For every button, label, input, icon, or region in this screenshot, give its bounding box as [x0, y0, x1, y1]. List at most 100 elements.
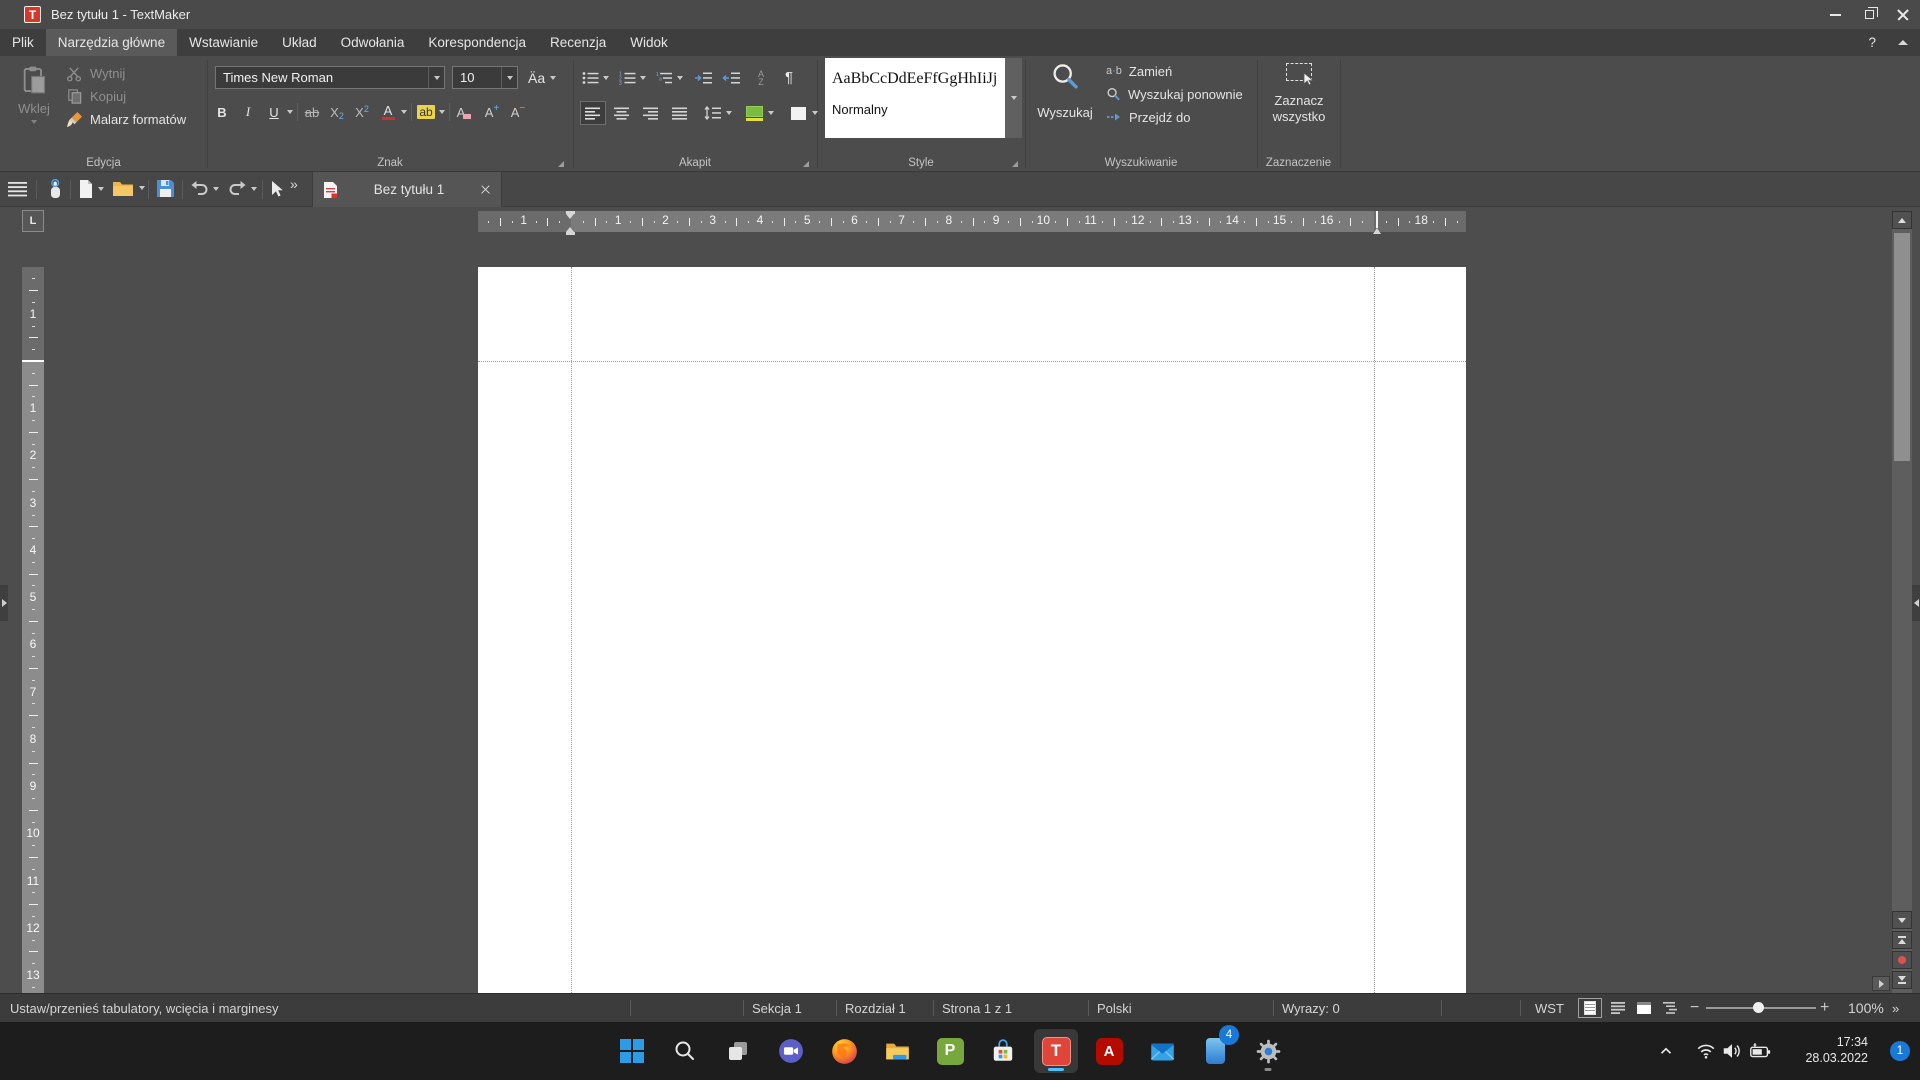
vertical-scrollbar[interactable]: [1892, 211, 1912, 993]
acrobat-button[interactable]: A: [1087, 1029, 1131, 1073]
scrollbar-thumb[interactable]: [1894, 233, 1910, 461]
new-document-button[interactable]: [78, 179, 104, 199]
zoom-slider-thumb[interactable]: [1753, 1002, 1764, 1013]
view-outline-button[interactable]: [1658, 998, 1682, 1018]
shading-button[interactable]: [744, 102, 764, 124]
taskbar-clock[interactable]: 17:34 28.03.2022: [1805, 1034, 1868, 1066]
copy-button[interactable]: Kopiuj: [66, 87, 126, 105]
font-color-dropdown[interactable]: [401, 110, 407, 114]
align-right-button[interactable]: [638, 101, 664, 125]
status-chapter[interactable]: Rozdział 1: [845, 994, 906, 1022]
zoom-in-button[interactable]: +: [1820, 994, 1829, 1022]
status-language[interactable]: Polski: [1097, 994, 1132, 1022]
collapse-ribbon-button[interactable]: [1886, 29, 1920, 56]
znak-dialog-launcher[interactable]: [558, 161, 564, 167]
shrink-font-button[interactable]: A−: [508, 101, 528, 123]
bullet-list-dropdown[interactable]: [603, 76, 609, 80]
scroll-right-button[interactable]: [1872, 976, 1890, 991]
superscript-button[interactable]: X2: [352, 101, 372, 123]
next-page-button[interactable]: [1892, 971, 1912, 989]
underline-button[interactable]: U: [264, 101, 284, 123]
clear-formatting-button[interactable]: A: [454, 101, 474, 123]
sidebar-menu-button[interactable]: [8, 182, 27, 202]
redo-button[interactable]: [228, 180, 257, 197]
font-name-dropdown[interactable]: [428, 67, 444, 88]
restore-button[interactable]: [1852, 0, 1886, 29]
view-continuous-button[interactable]: [1606, 998, 1630, 1018]
volume-button[interactable]: [1718, 1037, 1746, 1065]
ms-store-button[interactable]: [981, 1029, 1025, 1073]
new-document-dropdown[interactable]: [98, 187, 104, 191]
minimize-button[interactable]: [1818, 0, 1852, 29]
italic-button[interactable]: I: [238, 101, 258, 123]
tab-odwolania[interactable]: Odwołania: [329, 29, 417, 56]
close-button[interactable]: [1886, 0, 1920, 29]
goto-button[interactable]: Przejdź do: [1106, 108, 1190, 126]
cut-button[interactable]: Wytnij: [66, 64, 125, 82]
open-button[interactable]: [112, 179, 145, 197]
status-insert-mode[interactable]: WST: [1535, 994, 1564, 1022]
change-case-button[interactable]: Äa: [528, 66, 556, 89]
tab-narzedzia-glowne[interactable]: Narzędzia główne: [46, 29, 177, 56]
status-word-count[interactable]: Wyrazy: 0: [1282, 994, 1340, 1022]
justify-button[interactable]: [667, 101, 693, 125]
borders-button[interactable]: [788, 102, 808, 124]
horizontal-ruler[interactable]: 11234567891011121314151618: [478, 211, 1466, 232]
first-line-indent-marker[interactable]: [566, 211, 575, 219]
open-dropdown[interactable]: [139, 186, 145, 190]
zoom-level[interactable]: 100%: [1848, 994, 1884, 1022]
phone-link-button[interactable]: 4: [1193, 1029, 1237, 1073]
document-tab-close[interactable]: [480, 184, 491, 195]
view-fullscreen-button[interactable]: [1632, 998, 1656, 1018]
tray-overflow-button[interactable]: [1652, 1037, 1680, 1065]
scroll-down-button[interactable]: [1892, 911, 1912, 929]
toolbar-overflow-button[interactable]: »: [290, 176, 298, 192]
planmaker-button[interactable]: P: [928, 1029, 972, 1073]
bold-button[interactable]: B: [212, 101, 232, 123]
file-explorer-button[interactable]: [875, 1029, 919, 1073]
font-size-combo[interactable]: 10: [452, 66, 518, 89]
paragraph-marks-button[interactable]: ¶: [779, 67, 799, 89]
select-all-button[interactable]: Zaznacz wszystko: [1262, 60, 1336, 146]
style-gallery[interactable]: AaBbCcDdEeFfGgHhIiJj Normalny: [825, 58, 1005, 138]
select-tool-button[interactable]: [270, 180, 285, 203]
style-dialog-launcher[interactable]: [1012, 161, 1018, 167]
change-case-dropdown[interactable]: [550, 76, 556, 80]
highlight-button[interactable]: ab: [416, 101, 436, 123]
settings-button[interactable]: [1246, 1029, 1290, 1073]
wifi-button[interactable]: [1692, 1037, 1720, 1065]
align-center-button[interactable]: [609, 101, 635, 125]
browse-object-button[interactable]: [1892, 951, 1912, 969]
increase-indent-button[interactable]: [693, 67, 713, 89]
redo-dropdown[interactable]: [251, 187, 257, 191]
subscript-button[interactable]: X2: [327, 101, 347, 123]
tab-plik[interactable]: Plik: [0, 29, 46, 56]
scroll-up-button[interactable]: [1892, 211, 1912, 229]
start-button[interactable]: [610, 1029, 654, 1073]
battery-button[interactable]: [1746, 1037, 1774, 1065]
chat-button[interactable]: [769, 1029, 813, 1073]
textmaker-taskbar-button[interactable]: T: [1034, 1029, 1078, 1073]
decrease-indent-button[interactable]: [721, 67, 741, 89]
right-panel-toggle[interactable]: [1912, 585, 1920, 621]
paste-button[interactable]: Wklej: [8, 62, 60, 150]
sort-button[interactable]: A Z: [751, 67, 771, 89]
tab-wstawianie[interactable]: Wstawianie: [177, 29, 270, 56]
tab-recenzja[interactable]: Recenzja: [538, 29, 618, 56]
help-button[interactable]: ?: [1858, 29, 1886, 56]
document-tab[interactable]: Bez tytułu 1: [312, 172, 502, 207]
grow-font-button[interactable]: A+: [482, 101, 502, 123]
highlight-dropdown[interactable]: [439, 110, 445, 114]
touch-mode-button[interactable]: [44, 179, 64, 205]
multilevel-list-dropdown[interactable]: [677, 76, 683, 80]
align-left-button[interactable]: [580, 101, 606, 125]
save-button[interactable]: [156, 179, 175, 203]
previous-page-button[interactable]: [1892, 931, 1912, 949]
strikethrough-button[interactable]: ab: [302, 101, 322, 123]
undo-button[interactable]: [190, 180, 219, 197]
status-section[interactable]: Sekcja 1: [752, 994, 802, 1022]
font-name-combo[interactable]: Times New Roman: [215, 66, 445, 89]
left-indent-marker[interactable]: [566, 227, 575, 235]
document-page[interactable]: [478, 267, 1466, 993]
vertical-ruler[interactable]: 112345678910111213: [22, 267, 44, 993]
